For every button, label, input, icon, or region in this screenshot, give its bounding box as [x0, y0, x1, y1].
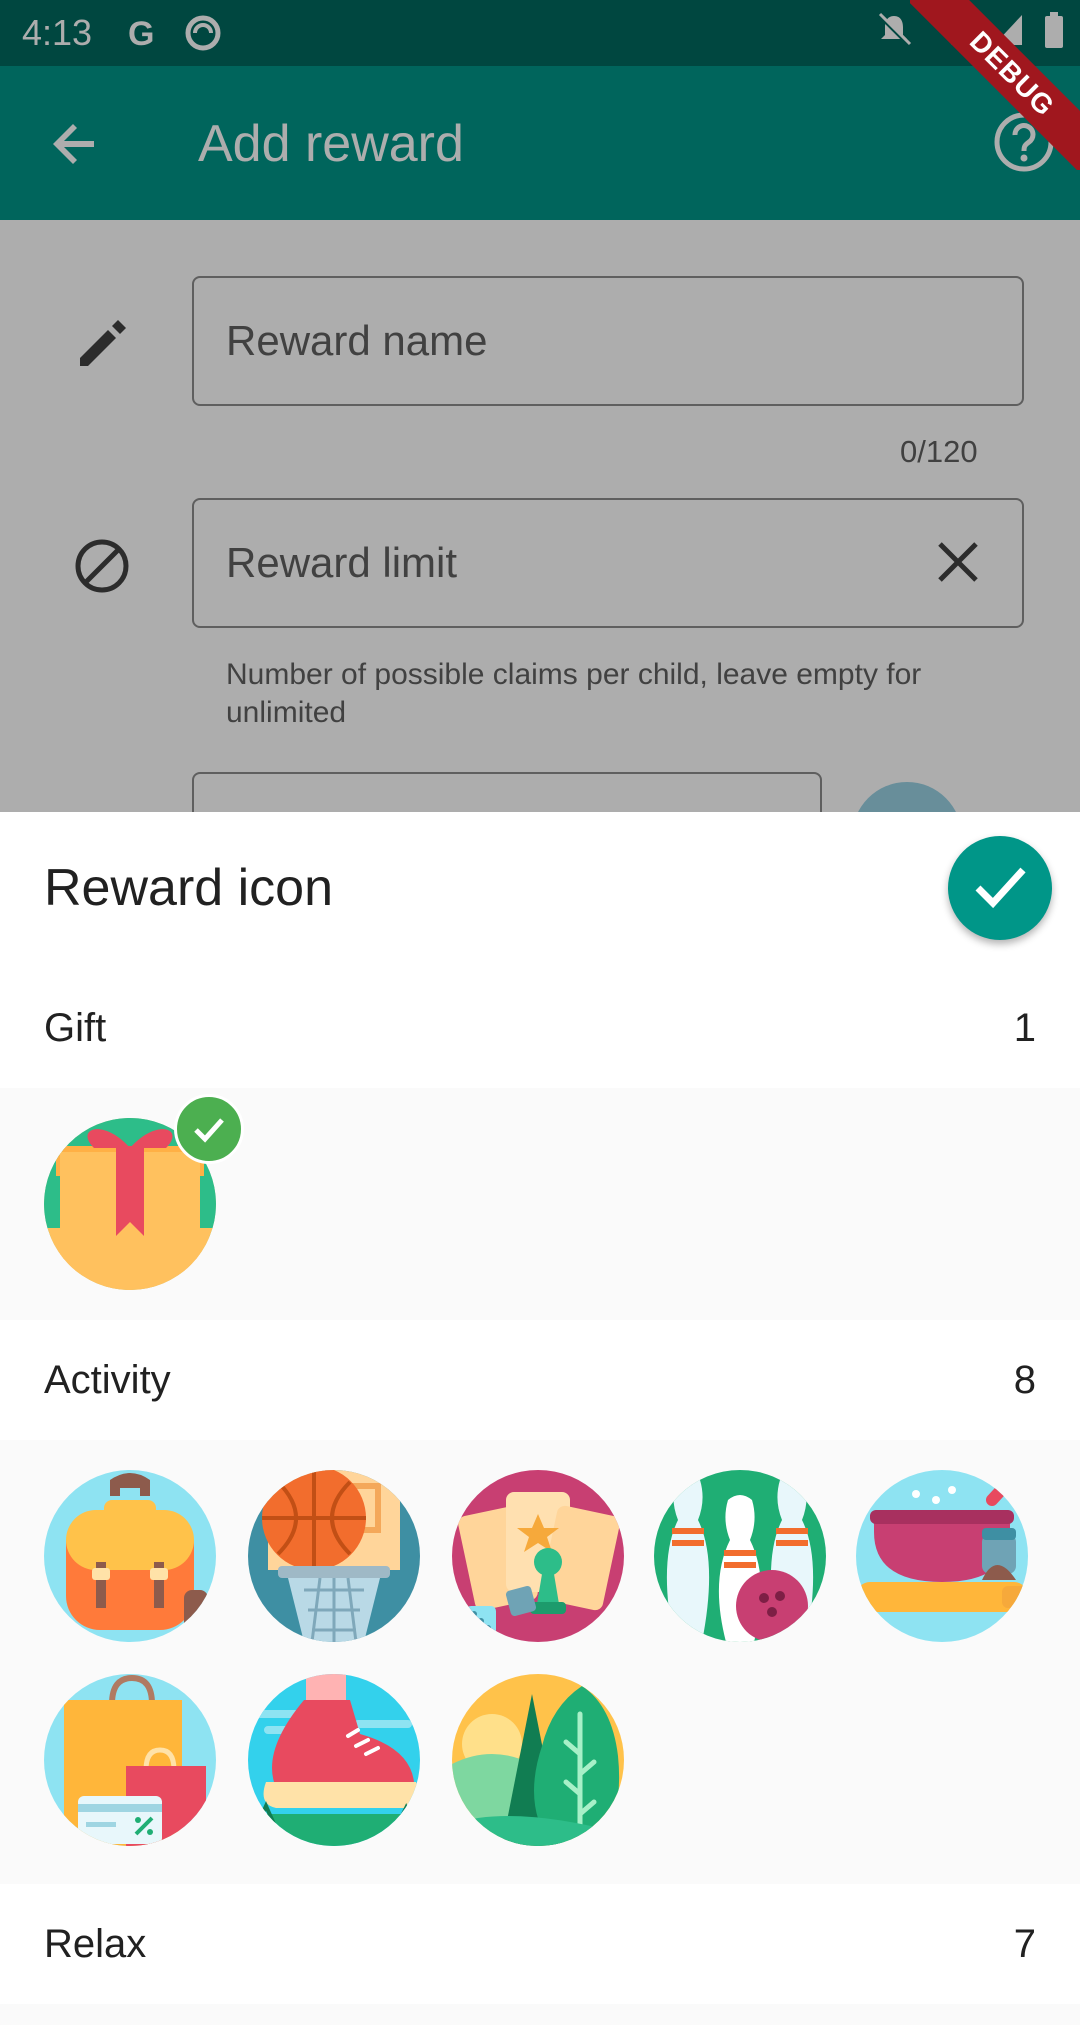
board-game-icon[interactable]	[452, 1470, 624, 1642]
category-name: Gift	[44, 1005, 107, 1050]
forest-icon[interactable]	[452, 1674, 624, 1846]
category-header-gift: Gift 1	[0, 968, 1080, 1088]
modal-scrim[interactable]	[0, 0, 1080, 812]
sheet-title: Reward icon	[44, 859, 334, 917]
activity-icon-grid	[0, 1440, 1080, 1884]
category-count: 7	[1013, 1921, 1036, 1966]
category-name: Relax	[44, 1921, 147, 1966]
gift-icon-grid	[0, 1088, 1080, 1320]
confirm-button[interactable]	[948, 836, 1052, 940]
category-count: 1	[1013, 1005, 1036, 1050]
bowling-icon[interactable]	[654, 1470, 826, 1642]
sneaker-icon[interactable]	[248, 1674, 420, 1846]
shopping-icon[interactable]	[44, 1674, 216, 1846]
category-name: Activity	[44, 1357, 171, 1402]
backpack-icon[interactable]	[44, 1470, 216, 1642]
basketball-icon[interactable]	[248, 1470, 420, 1642]
check-icon	[970, 856, 1030, 921]
selected-check-icon	[174, 1094, 244, 1164]
category-header-activity: Activity 8	[0, 1320, 1080, 1440]
category-count: 8	[1013, 1357, 1036, 1402]
relax-icon-grid	[0, 2004, 1080, 2025]
baking-icon[interactable]	[856, 1470, 1028, 1642]
reward-icon-sheet: Reward icon Gift 1 Activity 8 Relax 7	[0, 812, 1080, 2025]
category-header-relax: Relax 7	[0, 1884, 1080, 2004]
